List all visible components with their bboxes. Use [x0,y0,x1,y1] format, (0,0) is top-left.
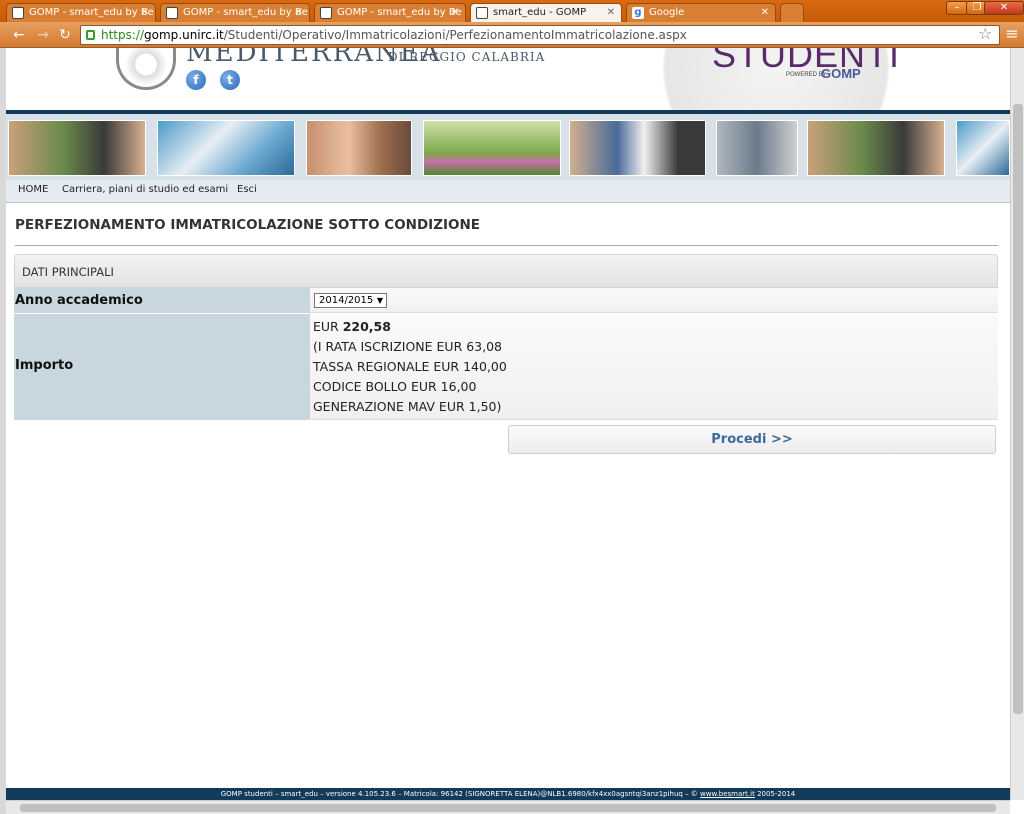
vertical-scrollbar[interactable] [1010,48,1024,800]
tab-close-icon[interactable]: ✕ [451,4,459,21]
importo-line-rata: (I RATA ISCRIZIONE EUR 63,08 [313,339,503,354]
nav-carriera[interactable]: Carriera, piani di studio ed esami [62,184,228,195]
photo-banner [6,114,1010,180]
tab-close-icon[interactable]: ✕ [295,4,303,21]
url-host: gomp.unirc.it [144,28,224,42]
browser-tabbar: GOMP - smart_edu by Be ✕ GOMP - smart_ed… [0,0,1024,22]
title-divider [15,245,998,246]
browser-tab-1[interactable]: GOMP - smart_edu by Be ✕ [6,3,156,22]
site-header: MEDITERRANEA DI REGGIO CALABRIA f t STUD… [6,48,1010,158]
section-header: DATI PRINCIPALI [14,254,998,288]
page-viewport: MEDITERRANEA DI REGGIO CALABRIA f t STUD… [6,48,1010,800]
gomp-favicon-icon [476,7,488,19]
lock-icon [86,30,95,40]
url-scheme: https:// [101,28,145,42]
dropdown-arrow-icon: ▼ [376,296,383,305]
anno-label: Anno accademico [15,293,143,308]
tab-title: Google [649,7,685,18]
browser-tab-4-active[interactable]: smart_edu - GOMP ✕ [470,3,622,22]
tab-title: GOMP - smart_edu by Be [29,7,154,18]
nav-home[interactable]: HOME [18,184,48,195]
page-footer: GOMP studenti – smart_edu – versione 4.1… [6,788,1010,800]
browser-tab-3[interactable]: GOMP - smart_edu by Be ✕ [314,3,466,22]
anno-label-cell: Anno accademico [14,288,310,313]
footer-text: GOMP studenti – smart_edu – versione 4.1… [220,790,701,798]
horizontal-scrollbar[interactable] [6,800,1010,814]
anno-select[interactable]: 2014/2015 ▼ [314,293,387,308]
importo-total-amount: 220,58 [342,319,391,334]
minimize-icon[interactable]: – [946,1,968,15]
banner-photo-book-repeat [956,120,1010,176]
university-subtitle: DI REGGIO CALABRIA [388,50,546,64]
tab-title: GOMP - smart_edu by Be [337,7,462,18]
vertical-scroll-thumb[interactable] [1013,104,1023,714]
banner-photo-reading [423,120,561,176]
forward-arrow-icon[interactable]: → [34,26,52,44]
banner-photo-students [8,120,146,176]
tab-close-icon[interactable]: ✕ [761,4,769,21]
footer-years: 2005-2014 [754,790,796,798]
browser-tab-2[interactable]: GOMP - smart_edu by Be ✕ [160,3,310,22]
gomp-brand: GOMP [821,66,861,81]
horizontal-scroll-thumb[interactable] [20,804,996,812]
procedi-button[interactable]: Procedi >> [508,425,996,454]
importo-value-cell: EUR 220,58 (I RATA ISCRIZIONE EUR 63,08 … [310,314,998,420]
footer-link[interactable]: www.besmart.it [700,790,755,798]
section-title: DATI PRINCIPALI [22,265,114,279]
banner-photo-group [569,120,706,176]
banner-photo-class [716,120,798,176]
address-bar[interactable]: https://gomp.unirc.it/Studenti/Operativo… [80,25,1000,45]
importo-line-mav: GENERAZIONE MAV EUR 1,50) [313,399,502,414]
browser-toolbar: ← → ↻ https://gomp.unirc.it/Studenti/Ope… [0,22,1024,48]
tab-title: GOMP - smart_edu by Be [183,7,308,18]
gomp-favicon-icon [320,7,332,19]
new-tab-button[interactable] [780,3,804,22]
gomp-favicon-icon [12,7,24,19]
banner-photo-friends [306,120,412,176]
importo-currency: EUR [313,319,343,334]
main-nav: HOME Carriera, piani di studio ed esami … [6,180,1010,203]
banner-photo-book [157,120,295,176]
anno-value-cell: 2014/2015 ▼ [310,288,998,313]
bookmark-star-icon[interactable]: ☆ [978,24,992,44]
browser-tab-5[interactable]: g Google ✕ [626,3,776,22]
importo-total: EUR 220,58 [313,319,391,334]
banner-photo-students-repeat [807,120,945,176]
tab-title: smart_edu - GOMP [493,7,587,18]
twitter-icon[interactable]: t [220,70,240,90]
importo-line-bollo: CODICE BOLLO EUR 16,00 [313,379,477,394]
reload-icon[interactable]: ↻ [56,26,74,44]
url-path: /Studenti/Operativo/Immatricolazioni/Per… [223,28,687,42]
gomp-favicon-icon [166,7,178,19]
google-favicon-icon: g [632,7,644,19]
importo-label-cell: Importo [14,314,310,420]
tab-close-icon[interactable]: ✕ [141,4,149,21]
chrome-menu-icon[interactable]: ≡ [1004,25,1020,43]
anno-select-value: 2014/2015 [319,295,374,306]
facebook-icon[interactable]: f [186,70,206,90]
page-title: PERFEZIONAMENTO IMMATRICOLAZIONE SOTTO C… [15,217,481,233]
importo-label: Importo [15,358,74,373]
window-close-icon[interactable]: ✕ [984,1,1024,15]
back-arrow-icon[interactable]: ← [10,26,28,44]
nav-esci[interactable]: Esci [237,184,257,195]
importo-line-tassa: TASSA REGIONALE EUR 140,00 [313,359,507,374]
university-seal-logo [116,48,176,90]
tab-close-icon[interactable]: ✕ [607,4,615,21]
